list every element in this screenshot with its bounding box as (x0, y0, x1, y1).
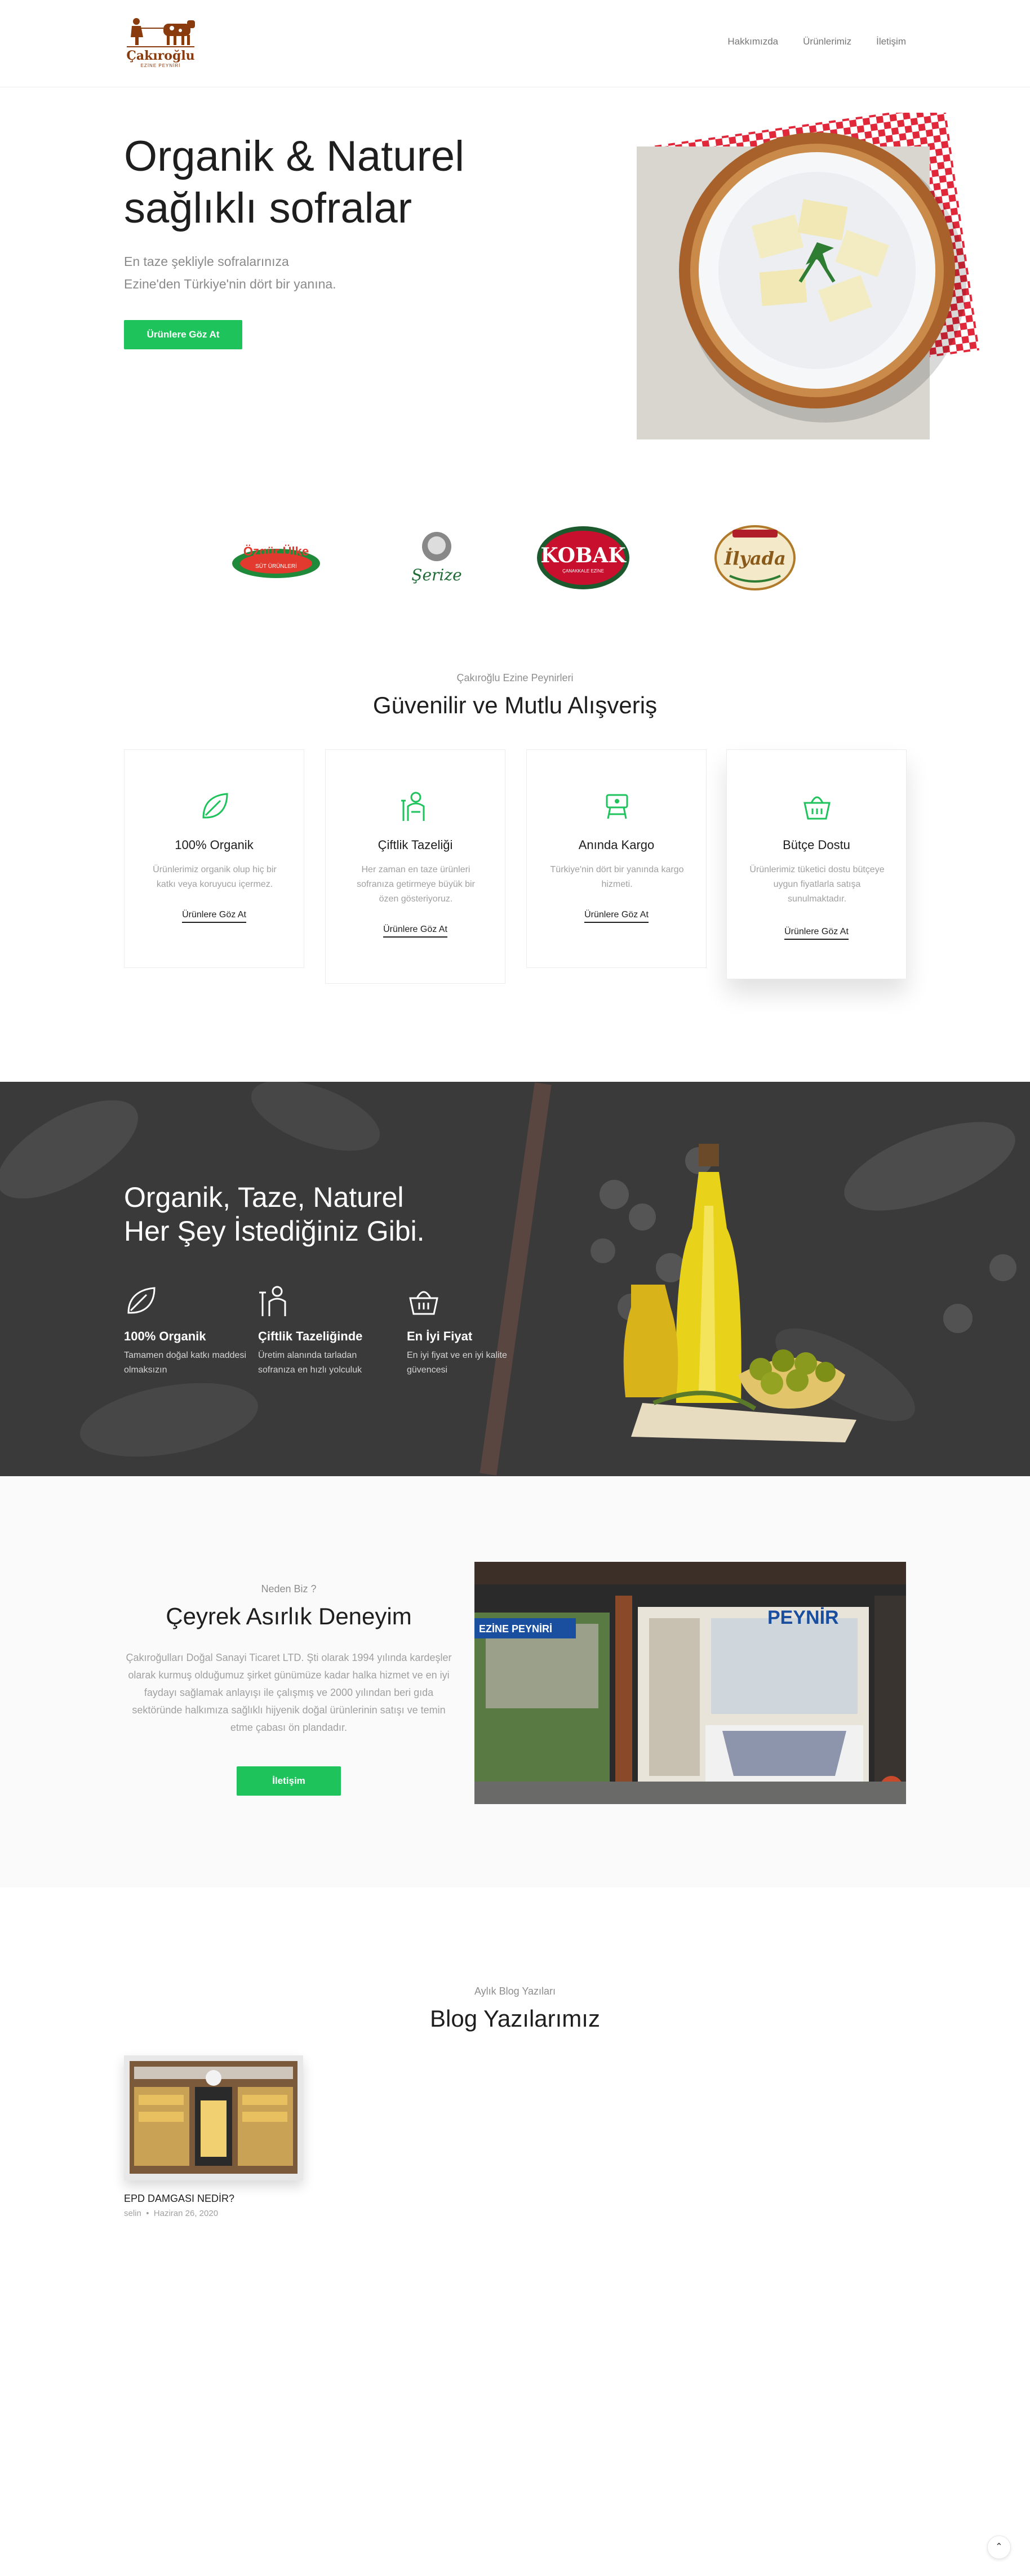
feature-card-link[interactable]: Ürünlere Göz At (527, 910, 706, 923)
feature-card-title: 100% Organik (175, 838, 254, 852)
chevron-up-icon: ⌃ (995, 2542, 1003, 2552)
cow-farmer-logo-icon (127, 18, 195, 47)
logo[interactable]: Çakıroğlu EZİNE PEYNİRİ (124, 16, 197, 70)
brand-logo-kobak[interactable]: KOBAK ÇANAKKALE EZİNE (535, 524, 631, 592)
feature-card-desc: Türkiye'nin dört bir yanında kargo hizme… (550, 865, 684, 889)
back-to-top-button[interactable]: ⌃ (987, 2535, 1011, 2559)
banner-feature-desc: Tamamen doğal katkı maddesi olmaksızın (124, 1351, 246, 1375)
hero-subtitle: En taze şekliyle sofralarınıza Ezine'den… (124, 250, 462, 295)
feature-card-farm: Çiftlik Tazeliği Her zaman en taze ürünl… (325, 749, 505, 984)
olive-branch-background (0, 1082, 1030, 1476)
features-kicker: Çakıroğlu Ezine Peynirleri (456, 672, 574, 683)
blog-title: Blog Yazılarımız (430, 2005, 600, 2032)
hero-title: Organik & Naturel sağlıklı sofralar (124, 131, 518, 234)
cheese-plate-image (637, 113, 980, 439)
about-text: Çakıroğulları Doğal Sanayi Ticaret LTD. … (126, 1652, 452, 1733)
blog-post-date: Haziran 26, 2020 (153, 2209, 219, 2218)
about-title: Çeyrek Asırlık Deneyim (166, 1603, 412, 1629)
feature-card-link-label[interactable]: Ürünlere Göz At (584, 910, 649, 923)
nav-link-contact[interactable]: İletişim (876, 36, 906, 47)
olive-banner: Organik, Taze, Naturel Her Şey İstediğin… (0, 1082, 1030, 1476)
feature-card-title: Çiftlik Tazeliği (378, 838, 453, 852)
hero-title-line-2: sağlıklı sofralar (124, 184, 412, 232)
brand-logo-ilyada[interactable]: İlyada (707, 524, 803, 592)
banner-feature-title: Çiftlik Tazeliğinde (258, 1329, 363, 1343)
banner-feature-organic: 100% Organik Tamamen doğal katkı maddesi… (124, 1285, 259, 1378)
browse-products-button[interactable]: Ürünlere Göz At (124, 320, 242, 349)
banner-feature-farm: Çiftlik Tazeliğinde Üretim alanında tarl… (258, 1285, 393, 1378)
logo-subtitle: EZİNE PEYNİRİ (140, 63, 181, 68)
basket-icon (409, 1291, 438, 1315)
shop-sign-text: PEYNİR (767, 1607, 839, 1628)
feature-card-desc: Ürünlerimiz organik olup hiç bir katkı v… (153, 865, 277, 889)
nav-link-about[interactable]: Hakkımızda (727, 36, 778, 47)
farmer-icon (401, 792, 425, 821)
banner-title-line-1: Organik, Taze, Naturel (124, 1182, 404, 1213)
hero-title-line-1: Organik & Naturel (124, 132, 465, 180)
banner-title-line-2: Her Şey İstediğiniz Gibi. (124, 1215, 425, 1247)
brand-sub-text: SÜT ÜRÜNLERİ (255, 562, 297, 570)
main-nav: Hakkımızda Ürünlerimiz İletişim (727, 36, 906, 47)
feature-card-budget: Bütçe Dostu Ürünlerimiz tüketici dostu b… (726, 749, 907, 979)
brand-logo-ozgur-ulke[interactable]: Özgür Ülke SÜT ÜRÜNLERİ (228, 524, 324, 592)
brand-name-text: Şerize (411, 566, 461, 584)
brand-logo-serize[interactable]: Şerize (389, 524, 485, 592)
banner-feature-desc: En iyi fiyat ve en iyi kalite güvencesi (407, 1351, 507, 1375)
delivery-icon (606, 794, 628, 819)
leaf-icon (202, 793, 228, 819)
banner-feature-price: En İyi Fiyat En iyi fiyat ve en iyi kali… (407, 1285, 542, 1378)
brand-sub-text: ÇANAKKALE EZİNE (562, 569, 604, 574)
blog-post-title[interactable]: EPD DAMGASI NEDİR? (124, 2193, 234, 2205)
leaf-icon (127, 1287, 156, 1314)
site-header: Çakıroğlu EZİNE PEYNİRİ Hakkımızda Ürünl… (0, 0, 1030, 87)
blog-kicker: Aylık Blog Yazıları (474, 1986, 556, 1997)
feature-card-link[interactable]: Ürünlere Göz At (727, 927, 906, 940)
brand-name-text: KOBAK (540, 544, 627, 567)
hero-subtitle-line-2: Ezine'den Türkiye'nin dört bir yanına. (124, 277, 336, 291)
about-section: Neden Biz ? Çeyrek Asırlık Deneyim Çakır… (0, 1476, 1030, 1887)
feature-card-organic: 100% Organik Ürünlerimiz organik olup hi… (124, 749, 304, 968)
shop-front-image: EZİNE PEYNİRİ PEYNİR (474, 1562, 906, 1804)
feature-card-link-label[interactable]: Ürünlere Göz At (383, 925, 447, 938)
feature-card-title: Anında Kargo (578, 838, 655, 852)
brand-name-text: İlyada (723, 548, 786, 569)
feature-card-link[interactable]: Ürünlere Göz At (125, 910, 304, 923)
banner-title: Organik, Taze, Naturel Her Şey İstediğin… (124, 1180, 575, 1248)
feature-card-desc: Her zaman en taze ürünleri sofranıza get… (357, 865, 475, 904)
brand-name-text: Özgür Ülke (243, 544, 309, 558)
banner-feature-desc: Üretim alanında tarladan sofranıza en hı… (258, 1351, 362, 1375)
brand-logos: Özgür Ülke SÜT ÜRÜNLERİ Şerize KOBAK ÇAN… (0, 513, 1030, 597)
banner-feature-title: En İyi Fiyat (407, 1329, 473, 1343)
nav-link-products[interactable]: Ürünlerimiz (803, 36, 851, 47)
blog-post-image[interactable] (124, 2055, 303, 2180)
farmer-icon (259, 1286, 286, 1316)
hero-subtitle-line-1: En taze şekliyle sofralarınıza (124, 254, 289, 269)
contact-button[interactable]: İletişim (237, 1766, 341, 1796)
banner-feature-title: 100% Organik (124, 1329, 206, 1343)
feature-card-shipping: Anında Kargo Türkiye'nin dört bir yanınd… (526, 749, 707, 968)
about-kicker: Neden Biz ? (261, 1583, 317, 1595)
feature-card-desc: Ürünlerimiz tüketici dostu bütçeye uygun… (749, 865, 885, 904)
feature-card-link-label[interactable]: Ürünlere Göz At (784, 927, 849, 940)
meta-separator: • (144, 2209, 152, 2218)
olive-oil-image (623, 1144, 856, 1442)
features-title: Güvenilir ve Mutlu Alışveriş (372, 692, 658, 718)
logo-text: Çakıroğlu (126, 48, 195, 63)
feature-card-link-label[interactable]: Ürünlere Göz At (182, 910, 246, 923)
shop-sign-text: EZİNE PEYNİRİ (479, 1623, 552, 1635)
feature-card-link[interactable]: Ürünlere Göz At (326, 925, 505, 938)
feature-card-title: Bütçe Dostu (783, 838, 850, 852)
basket-icon (803, 796, 831, 820)
blog-post-meta: selin • Haziran 26, 2020 (124, 2209, 218, 2218)
blog-post-author[interactable]: selin (124, 2209, 141, 2218)
